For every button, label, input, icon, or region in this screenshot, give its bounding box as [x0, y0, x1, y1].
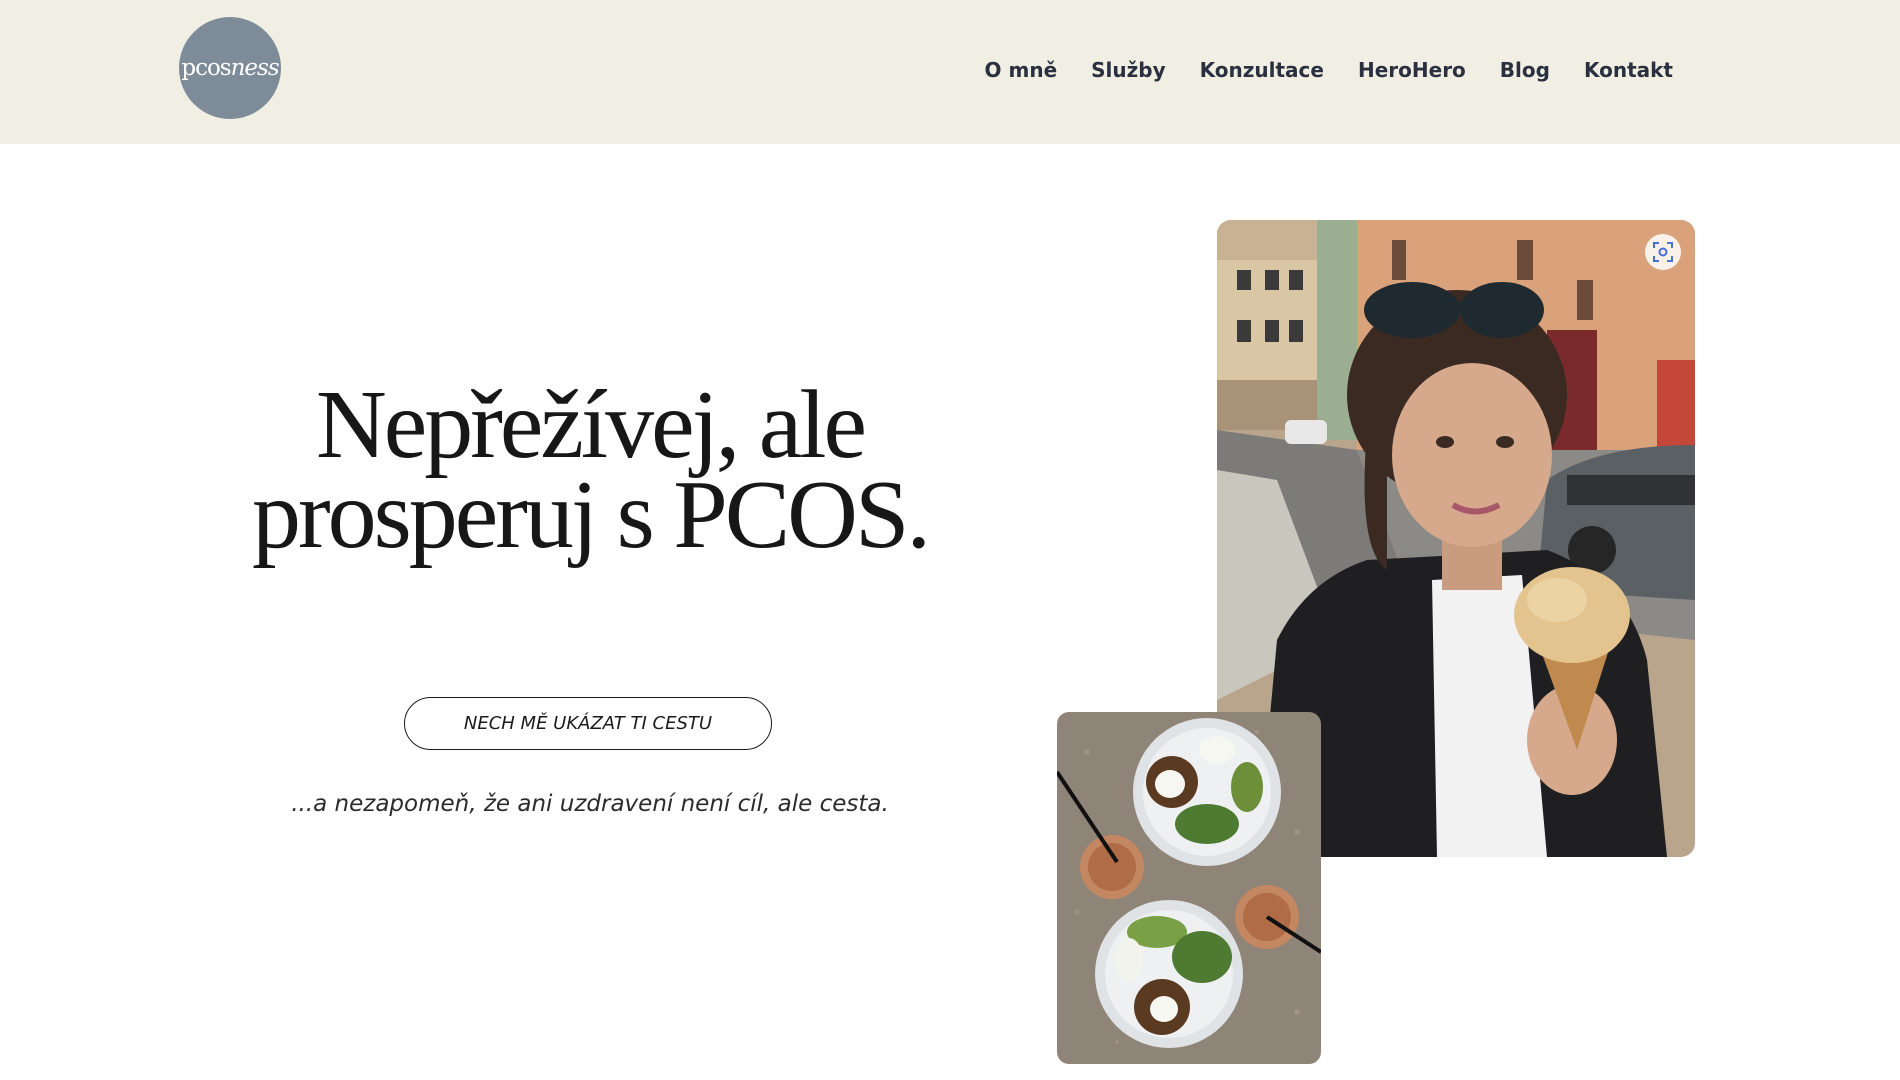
hero-tagline: ...a nezapomeň, že ani uzdravení není cí…	[291, 791, 889, 817]
visual-search-icon[interactable]	[1645, 234, 1681, 270]
logo[interactable]: pcos ness	[179, 17, 281, 119]
site-header: pcos ness O mně Služby Konzultace HeroHer…	[0, 0, 1900, 144]
nav-item-blog[interactable]: Blog	[1500, 58, 1550, 82]
logo-text-part2: ness	[230, 55, 280, 81]
lens-glyph	[1653, 242, 1673, 262]
logo-text-part1: pcos	[181, 55, 231, 81]
nav-item-kontakt[interactable]: Kontakt	[1584, 58, 1673, 82]
nav-item-o-mne[interactable]: O mně	[985, 58, 1058, 82]
hero-title: Nepřežívej, ale prosperuj s PCOS.	[200, 376, 980, 564]
nav-item-sluzby[interactable]: Služby	[1091, 58, 1166, 82]
brunch-plates-photo	[1057, 712, 1321, 1064]
nav-item-herohero[interactable]: HeroHero	[1358, 58, 1466, 82]
nav-item-konzultace[interactable]: Konzultace	[1200, 58, 1324, 82]
cta-button[interactable]: NECH MĚ UKÁZAT TI CESTU	[404, 697, 772, 750]
main-nav: O mně Služby Konzultace HeroHero Blog Ko…	[985, 58, 1673, 82]
photo-illustration	[1057, 712, 1321, 1064]
hero-title-line2: prosperuj s PCOS.	[252, 461, 931, 569]
